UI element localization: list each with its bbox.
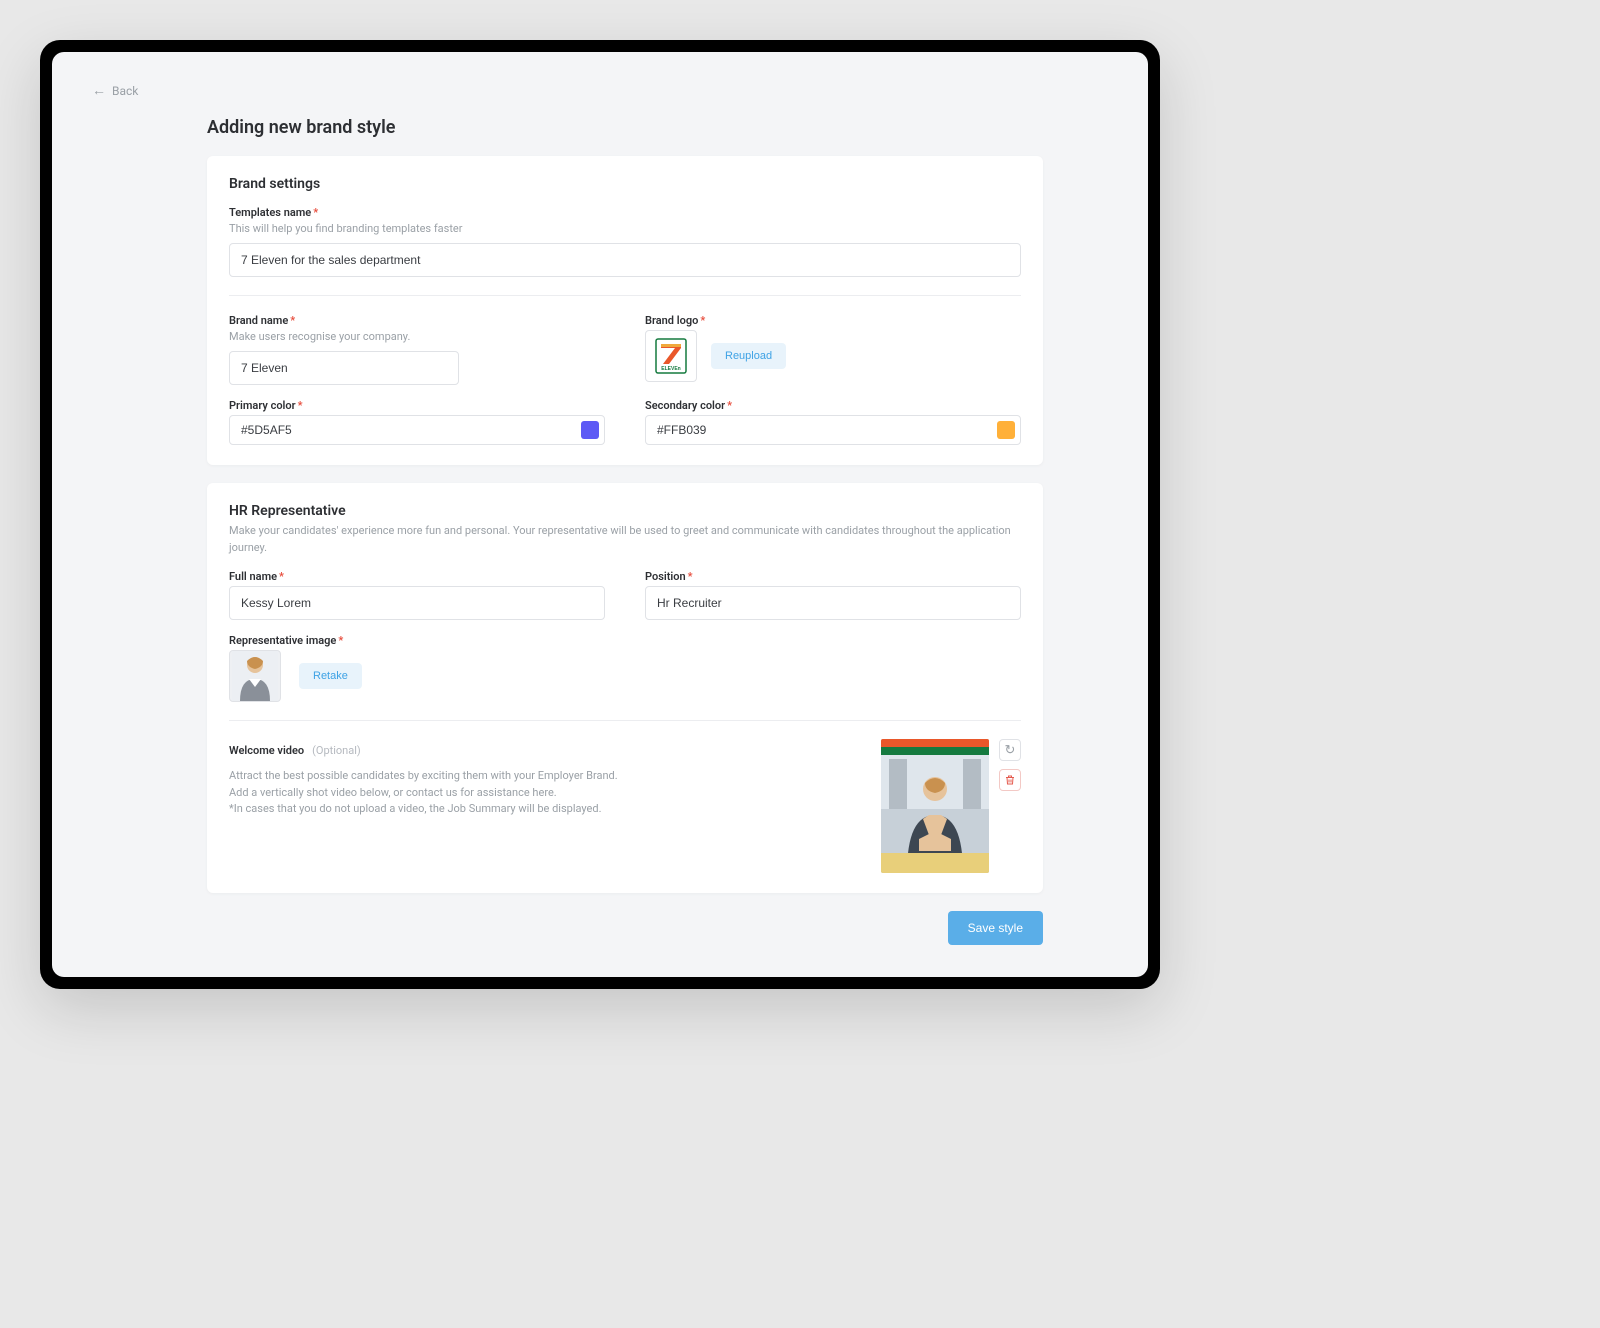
optional-tag: (Optional) — [312, 744, 361, 757]
rep-image-field: Representative image* Retake — [229, 634, 1021, 702]
required-asterisk: * — [727, 399, 732, 412]
video-preview-icon — [881, 739, 989, 873]
brand-logo-label: Brand logo* — [645, 314, 1021, 327]
footer-actions: Save style — [207, 911, 1043, 945]
template-name-label: Templates name* — [229, 206, 1021, 219]
template-name-field: Templates name* This will help you find … — [229, 206, 1021, 277]
required-asterisk: * — [298, 399, 303, 412]
save-style-button[interactable]: Save style — [948, 911, 1043, 945]
divider — [229, 720, 1021, 721]
brand-row: Brand name* Make users recognise your co… — [229, 314, 1021, 399]
rep-image-label: Representative image* — [229, 634, 1021, 647]
brand-settings-card: Brand settings Templates name* This will… — [207, 156, 1043, 465]
full-name-label: Full name* — [229, 570, 605, 583]
welcome-desc: Attract the best possible candidates by … — [229, 768, 861, 818]
hr-rep-title: HR Representative — [229, 503, 1021, 519]
brand-logo-preview: ELEVEn — [645, 330, 697, 382]
welcome-text-col: Welcome video (Optional) Attract the bes… — [229, 739, 861, 873]
required-asterisk: * — [688, 570, 693, 583]
color-row: Primary color* Secondary color* — [229, 399, 1021, 445]
brand-name-col: Brand name* Make users recognise your co… — [229, 314, 605, 399]
video-actions: ↻ — [999, 739, 1021, 791]
primary-color-input-wrap[interactable] — [229, 415, 605, 445]
divider — [229, 295, 1021, 296]
trash-icon — [1004, 774, 1016, 786]
primary-color-label: Primary color* — [229, 399, 605, 412]
hr-rep-card: HR Representative Make your candidates' … — [207, 483, 1043, 893]
person-icon — [232, 650, 278, 701]
app-frame: ← Back Adding new brand style Brand sett… — [40, 40, 1160, 989]
reupload-button[interactable]: Reupload — [711, 343, 786, 369]
secondary-color-col: Secondary color* — [645, 399, 1021, 445]
welcome-video-label: Welcome video — [229, 744, 304, 757]
seven-eleven-logo-icon: ELEVEn — [655, 338, 687, 374]
position-col: Position* — [645, 570, 1021, 620]
back-label: Back — [112, 84, 138, 98]
welcome-video-area: ↻ — [881, 739, 1021, 873]
brand-name-input[interactable] — [229, 351, 459, 385]
secondary-color-label: Secondary color* — [645, 399, 1021, 412]
hr-name-row: Full name* Position* — [229, 570, 1021, 620]
required-asterisk: * — [279, 570, 284, 583]
welcome-video-thumbnail[interactable] — [881, 739, 989, 873]
full-name-col: Full name* — [229, 570, 605, 620]
required-asterisk: * — [338, 634, 343, 647]
primary-color-input[interactable] — [241, 423, 581, 437]
required-asterisk: * — [700, 314, 705, 327]
template-name-input[interactable] — [229, 243, 1021, 277]
brand-settings-title: Brand settings — [229, 176, 1021, 192]
template-name-hint: This will help you find branding templat… — [229, 222, 1021, 235]
refresh-video-button[interactable]: ↻ — [999, 739, 1021, 761]
hr-rep-subtitle: Make your candidates' experience more fu… — [229, 523, 1021, 556]
arrow-left-icon: ← — [92, 82, 106, 99]
back-link[interactable]: ← Back — [92, 82, 138, 99]
primary-color-swatch[interactable] — [581, 421, 599, 439]
required-asterisk: * — [290, 314, 295, 327]
rep-image-thumbnail — [229, 650, 281, 702]
secondary-color-swatch[interactable] — [997, 421, 1015, 439]
svg-text:ELEVEn: ELEVEn — [661, 366, 680, 372]
window: ← Back Adding new brand style Brand sett… — [52, 52, 1148, 977]
brand-name-label: Brand name* — [229, 314, 605, 327]
page-title: Adding new brand style — [207, 117, 1043, 138]
position-label: Position* — [645, 570, 1021, 583]
brand-logo-col: Brand logo* ELEVEn Re — [645, 314, 1021, 399]
secondary-color-input-wrap[interactable] — [645, 415, 1021, 445]
position-input[interactable] — [645, 586, 1021, 620]
primary-color-col: Primary color* — [229, 399, 605, 445]
brand-name-hint: Make users recognise your company. — [229, 330, 605, 343]
full-name-input[interactable] — [229, 586, 605, 620]
secondary-color-input[interactable] — [657, 423, 997, 437]
refresh-icon: ↻ — [1005, 742, 1016, 758]
welcome-video-row: Welcome video (Optional) Attract the bes… — [229, 739, 1021, 873]
delete-video-button[interactable] — [999, 769, 1021, 791]
required-asterisk: * — [313, 206, 318, 219]
retake-button[interactable]: Retake — [299, 663, 362, 689]
